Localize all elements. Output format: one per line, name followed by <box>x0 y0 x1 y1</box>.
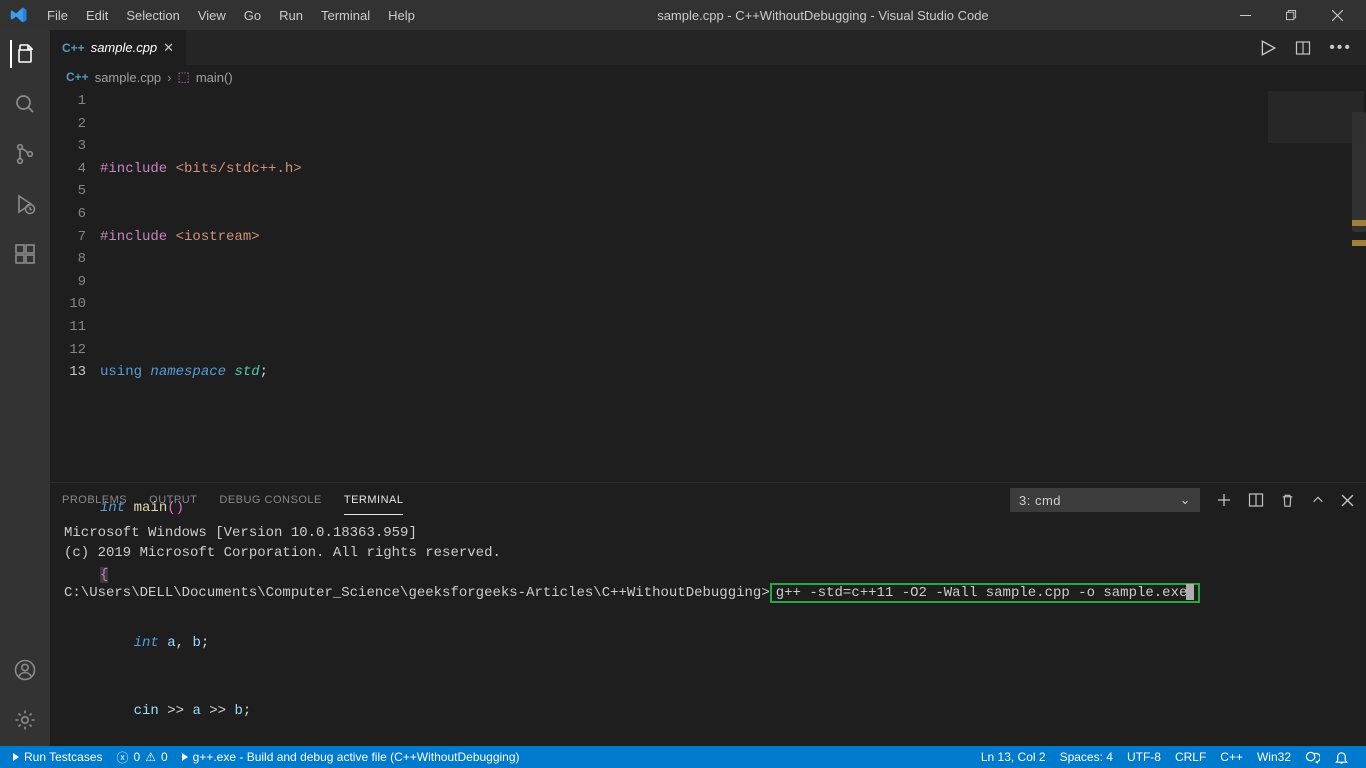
editor[interactable]: 1 2 3 4 5 6 7 8 9 10 11 12 13 #include <… <box>50 89 1366 482</box>
editor-area: C++ sample.cpp ✕ ••• C++ sample.cpp › ⬚ … <box>50 30 1366 746</box>
minimap[interactable] <box>1246 89 1366 482</box>
account-icon[interactable] <box>11 656 39 684</box>
menu-file[interactable]: File <box>38 4 77 27</box>
menu-bar: File Edit Selection View Go Run Terminal… <box>38 4 424 27</box>
play-icon <box>13 753 19 761</box>
source-control-icon[interactable] <box>11 140 39 168</box>
tab-close-icon[interactable]: ✕ <box>163 40 174 56</box>
menu-run[interactable]: Run <box>270 4 312 27</box>
line-number-gutter: 1 2 3 4 5 6 7 8 9 10 11 12 13 <box>50 89 100 482</box>
breadcrumb-symbol[interactable]: main() <box>196 70 233 85</box>
symbol-method-icon: ⬚ <box>178 69 190 85</box>
window-close-icon[interactable] <box>1314 0 1360 30</box>
cpp-file-icon: C++ <box>66 70 89 84</box>
workbench: C++ sample.cpp ✕ ••• C++ sample.cpp › ⬚ … <box>0 30 1366 746</box>
extensions-icon[interactable] <box>11 240 39 268</box>
title-bar: File Edit Selection View Go Run Terminal… <box>0 0 1366 30</box>
search-icon[interactable] <box>11 90 39 118</box>
window-maximize-icon[interactable] <box>1268 0 1314 30</box>
menu-selection[interactable]: Selection <box>117 4 188 27</box>
menu-go[interactable]: Go <box>235 4 270 27</box>
settings-gear-icon[interactable] <box>11 706 39 734</box>
editor-tabs: C++ sample.cpp ✕ ••• <box>50 30 1366 65</box>
breadcrumb-file[interactable]: sample.cpp <box>95 70 161 85</box>
breadcrumb[interactable]: C++ sample.cpp › ⬚ main() <box>50 65 1366 89</box>
activity-bar <box>0 30 50 746</box>
cpp-file-icon: C++ <box>62 41 85 55</box>
menu-edit[interactable]: Edit <box>77 4 117 27</box>
explorer-icon[interactable] <box>10 40 38 68</box>
menu-help[interactable]: Help <box>379 4 424 27</box>
code-content[interactable]: #include <bits/stdc++.h> #include <iostr… <box>100 89 1366 482</box>
tab-sample-cpp[interactable]: C++ sample.cpp ✕ <box>50 30 186 65</box>
tab-label: sample.cpp <box>91 40 157 55</box>
more-actions-icon[interactable]: ••• <box>1329 39 1352 57</box>
menu-terminal[interactable]: Terminal <box>312 4 379 27</box>
menu-view[interactable]: View <box>189 4 235 27</box>
run-code-icon[interactable] <box>1259 39 1277 57</box>
vscode-logo-icon <box>10 6 28 24</box>
run-testcases-button[interactable]: Run Testcases <box>6 746 110 768</box>
split-editor-icon[interactable] <box>1295 40 1311 56</box>
window-title: sample.cpp - C++WithoutDebugging - Visua… <box>424 8 1222 23</box>
run-debug-icon[interactable] <box>11 190 39 218</box>
window-minimize-icon[interactable] <box>1222 0 1268 30</box>
chevron-right-icon: › <box>167 70 171 85</box>
